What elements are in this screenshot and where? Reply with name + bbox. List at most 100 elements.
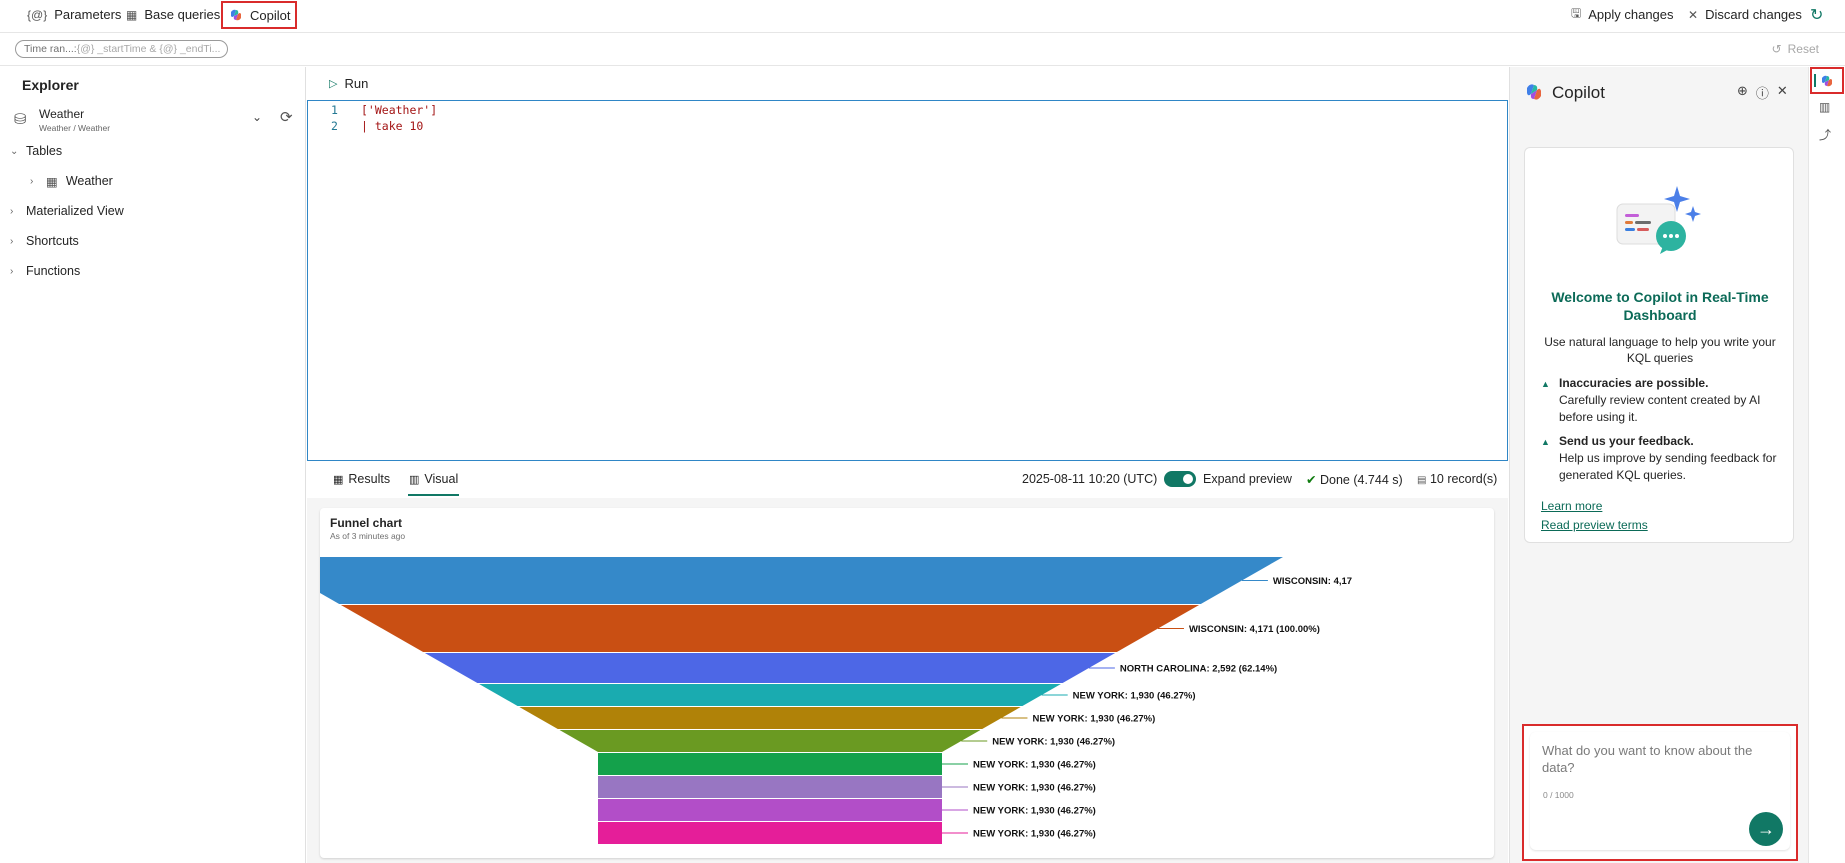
tree-item-label: Materialized View [26, 204, 124, 218]
tab-visual[interactable]: ▥ Visual [407, 472, 460, 496]
funnel-segment [340, 605, 1200, 652]
play-icon: ▷ [329, 78, 338, 90]
feedback-text: Help us improve by sending feedback for … [1559, 451, 1777, 482]
tree-item-label: Tables [26, 144, 63, 158]
welcome-description: Use natural language to help you write y… [1544, 335, 1776, 365]
inaccuracies-notice: ▲ Inaccuracies are possible. Carefully re… [1541, 375, 1781, 426]
arrow-right-icon: → [1757, 818, 1775, 839]
reset-icon: ↺ [1771, 42, 1782, 56]
funnel-data-label: NEW YORK: 1,930 (46.27%) [992, 737, 1115, 748]
query-link-icon[interactable]: ⤴ [1819, 126, 1831, 143]
chart-subtitle: As of 3 minutes ago [330, 531, 406, 541]
chart-title: Funnel chart [330, 516, 403, 530]
bar-chart-icon: ▥ [409, 473, 420, 486]
funnel-segment [598, 776, 942, 798]
query-editor[interactable]: 1 ['Weather'] 2 | take 10 [307, 100, 1508, 461]
inaccuracies-text: Carefully review content created by AI b… [1559, 393, 1761, 424]
editor-toolbar: ▷ Run [307, 67, 1507, 100]
close-icon[interactable]: ✕ [1777, 83, 1788, 102]
new-chat-icon[interactable]: ⊕ [1737, 83, 1748, 102]
copilot-panel: Copilot ⊕ ⓘ ✕ Welcome to Copilot in Real… [1509, 67, 1808, 863]
copilot-welcome-card: Welcome to Copilot in Real-Time Dashboar… [1524, 147, 1794, 543]
close-icon: ✕ [1688, 7, 1699, 22]
tree-item-weather-table[interactable]: › ▦ Weather [30, 170, 113, 192]
line-number: 1 [331, 103, 338, 117]
funnel-segment [479, 684, 1061, 706]
status-text: Done (4.744 s) [1319, 473, 1403, 487]
reset-button[interactable]: ↺ Reset [1772, 42, 1819, 56]
funnel-data-label: WISCONSIN: 4,171 (100.00%) [1189, 624, 1320, 635]
chevron-down-icon: ⌄ [10, 145, 19, 157]
tree-item-label: Shortcuts [26, 234, 79, 248]
parameters-button[interactable]: {@} Parameters [27, 0, 121, 29]
time-range-value: {@} _startTime & {@} _endTi... [76, 43, 221, 55]
results-toolbar: ▦ Results ▥ Visual 2025-08-11 10:20 (UTC… [307, 462, 1507, 498]
funnel-segment [559, 730, 981, 752]
query-timestamp: 2025-08-11 10:20 (UTC) [1022, 472, 1158, 486]
tree-item-tables[interactable]: ⌄ Tables [10, 140, 62, 162]
refresh-database-icon[interactable]: ⟳ [280, 108, 293, 126]
funnel-data-label: NEW YORK: 1,930 (46.27%) [1032, 714, 1155, 725]
copilot-actions: ⊕ ⓘ ✕ [1737, 83, 1788, 102]
time-range-pill[interactable]: Time ran...: {@} _startTime & {@} _endTi… [15, 40, 228, 58]
chevron-down-icon[interactable]: ⌄ [252, 110, 262, 124]
refresh-icon: ↻ [1810, 6, 1824, 24]
copilot-input-card: 0 / 1000 → [1530, 732, 1790, 850]
funnel-data-label: NEW YORK: 1,930 (46.27%) [973, 783, 1096, 794]
funnel-segment [598, 822, 942, 844]
copilot-logo-icon [1527, 84, 1541, 100]
funnel-segment [320, 557, 1283, 604]
discard-changes-button[interactable]: ✕ Discard changes [1688, 0, 1802, 29]
copilot-prompt-input[interactable] [1542, 742, 1778, 782]
tree-item-label: Functions [26, 264, 81, 278]
record-count: ▤ 10 record(s) [1417, 472, 1497, 486]
reset-label: Reset [1787, 42, 1819, 56]
parameters-bar: Time ran...: {@} _startTime & {@} _endTi… [0, 33, 1845, 66]
expand-preview-toggle[interactable] [1164, 471, 1196, 487]
code-line: ['Weather'] [361, 103, 438, 117]
expand-preview-label: Expand preview [1203, 472, 1292, 486]
send-button[interactable]: → [1749, 812, 1783, 846]
run-button[interactable]: ▷ Run [329, 76, 368, 91]
tree-item-functions[interactable]: › Functions [10, 260, 80, 282]
run-label: Run [344, 76, 369, 91]
tree-item-shortcuts[interactable]: › Shortcuts [10, 230, 79, 252]
learn-more-link[interactable]: Learn more [1541, 499, 1602, 513]
tab-results[interactable]: ▦ Results [333, 472, 390, 486]
funnel-data-label: NEW YORK: 1,930 (46.27%) [973, 806, 1096, 817]
rail-copilot-button[interactable] [1810, 67, 1844, 94]
database-name: Weather [39, 107, 85, 121]
welcome-title: Welcome to Copilot in Real-Time Dashboar… [1551, 289, 1769, 323]
tree-item-materialized-view[interactable]: › Materialized View [10, 200, 124, 222]
funnel-data-label: NEW YORK: 1,930 (46.27%) [973, 829, 1096, 840]
refresh-button[interactable]: ↻ [1810, 0, 1823, 29]
explorer-title: Explorer [22, 77, 79, 93]
copilot-toolbar-button[interactable]: Copilot [221, 1, 297, 29]
copilot-input-area: 0 / 1000 → [1522, 724, 1798, 861]
copilot-icon [1822, 75, 1832, 86]
funnel-data-label: NEW YORK: 1,930 (46.27%) [973, 760, 1096, 771]
table-icon: ▦ [333, 473, 344, 486]
base-queries-button[interactable]: ▦ Base queries [126, 0, 220, 29]
tree-item-label: Weather [65, 174, 113, 188]
funnel-chart-card: WISCONSIN: 4,17 WISCONSIN: 4,171 (100.00%… [320, 508, 1494, 858]
funnel-data-label: WISCONSIN: 4,17 [1273, 576, 1352, 587]
base-queries-icon: ▦ [126, 7, 138, 22]
database-icon: ⛁ [14, 111, 27, 128]
funnel-segment [519, 707, 1021, 729]
funnel-data-label: NEW YORK: 1,930 (46.27%) [1073, 691, 1196, 702]
funnel-segment [598, 753, 942, 775]
database-path: Weather / Weather [39, 123, 111, 133]
funnel-segment [424, 653, 1116, 683]
database-selector[interactable]: ⛁ Weather Weather / Weather ⌄ ⟳ [14, 106, 300, 134]
apply-changes-button[interactable]: 🖫 Apply changes [1571, 0, 1674, 29]
save-icon: 🖫 [1571, 6, 1582, 20]
info-icon[interactable]: ⓘ [1756, 83, 1769, 102]
code-line: | take 10 [361, 119, 424, 133]
preview-terms-link[interactable]: Read preview terms [1541, 518, 1648, 532]
visual-settings-icon[interactable]: ▥ [1819, 100, 1830, 114]
chevron-right-icon: › [30, 175, 34, 187]
parameters-label: Parameters [54, 7, 122, 22]
parameters-icon: {@} [27, 7, 48, 22]
funnel-chart: WISCONSIN: 4,17 WISCONSIN: 4,171 (100.00%… [320, 557, 1352, 844]
